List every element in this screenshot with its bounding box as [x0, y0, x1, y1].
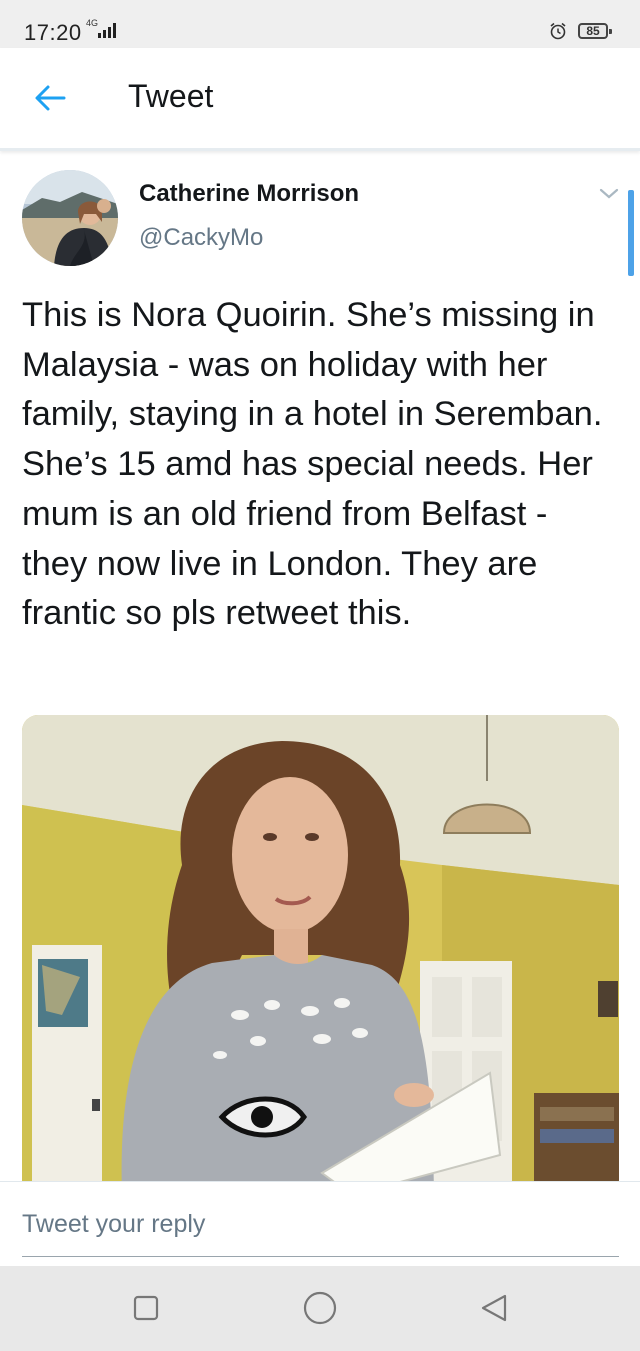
- nav-back-button[interactable]: [474, 1288, 514, 1328]
- battery-tip: [609, 29, 612, 34]
- status-bar: 17:20 4G 85: [0, 0, 640, 48]
- author-name[interactable]: Catherine Morrison: [139, 180, 359, 208]
- page-title: Tweet: [128, 78, 214, 114]
- reply-underline: [22, 1256, 619, 1257]
- app-bar: Tweet: [0, 48, 640, 151]
- reply-bar: Tweet your reply: [0, 1181, 640, 1267]
- author-handle[interactable]: @CackyMo: [139, 224, 263, 252]
- recents-square-icon: [133, 1295, 159, 1321]
- tweet-photo[interactable]: [22, 715, 619, 1181]
- alarm-icon: [550, 22, 566, 40]
- avatar[interactable]: [22, 170, 118, 266]
- system-nav-bar: [0, 1266, 640, 1351]
- back-triangle-icon: [481, 1294, 507, 1322]
- home-circle-icon: [303, 1291, 337, 1325]
- signal-icon: [98, 22, 116, 38]
- chevron-down-icon[interactable]: [597, 186, 621, 202]
- network-type: 4G: [86, 18, 99, 28]
- reply-input[interactable]: Tweet your reply: [22, 1210, 205, 1239]
- status-time: 17:20: [24, 20, 82, 45]
- battery-icon: 85: [578, 23, 608, 39]
- tweet-text: This is Nora Quoirin. She’s missing in M…: [22, 296, 603, 633]
- home-button[interactable]: [300, 1288, 340, 1328]
- scrollbar[interactable]: [628, 190, 634, 276]
- battery-level: 85: [586, 24, 600, 38]
- recents-button[interactable]: [126, 1288, 166, 1328]
- tweet-detail: Catherine Morrison @CackyMo This is Nora…: [0, 151, 640, 1181]
- back-button[interactable]: [30, 78, 70, 118]
- arrow-left-icon: [35, 85, 66, 111]
